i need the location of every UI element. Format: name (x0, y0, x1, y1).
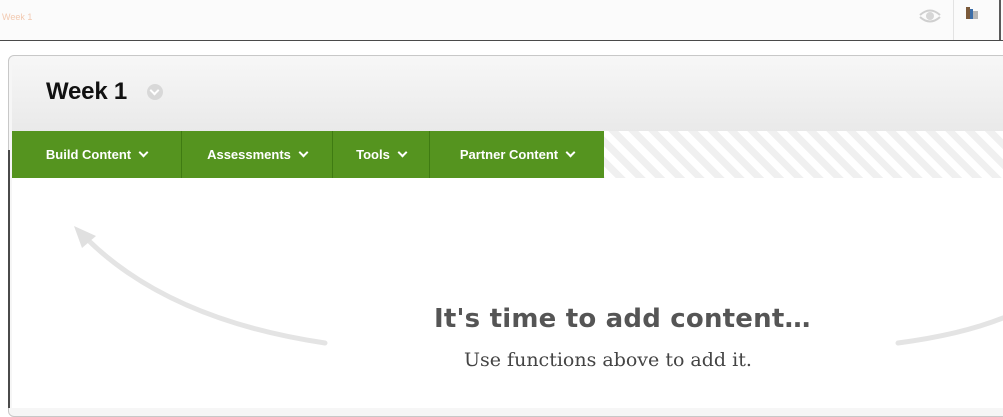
right-hint-arrow-icon (895, 315, 1003, 346)
empty-state-subtitle: Use functions above to add it. (464, 349, 752, 371)
left-hint-arrow-icon (85, 237, 328, 346)
empty-state-title: It's time to add content… (434, 304, 811, 334)
hint-arrows (74, 226, 1003, 346)
